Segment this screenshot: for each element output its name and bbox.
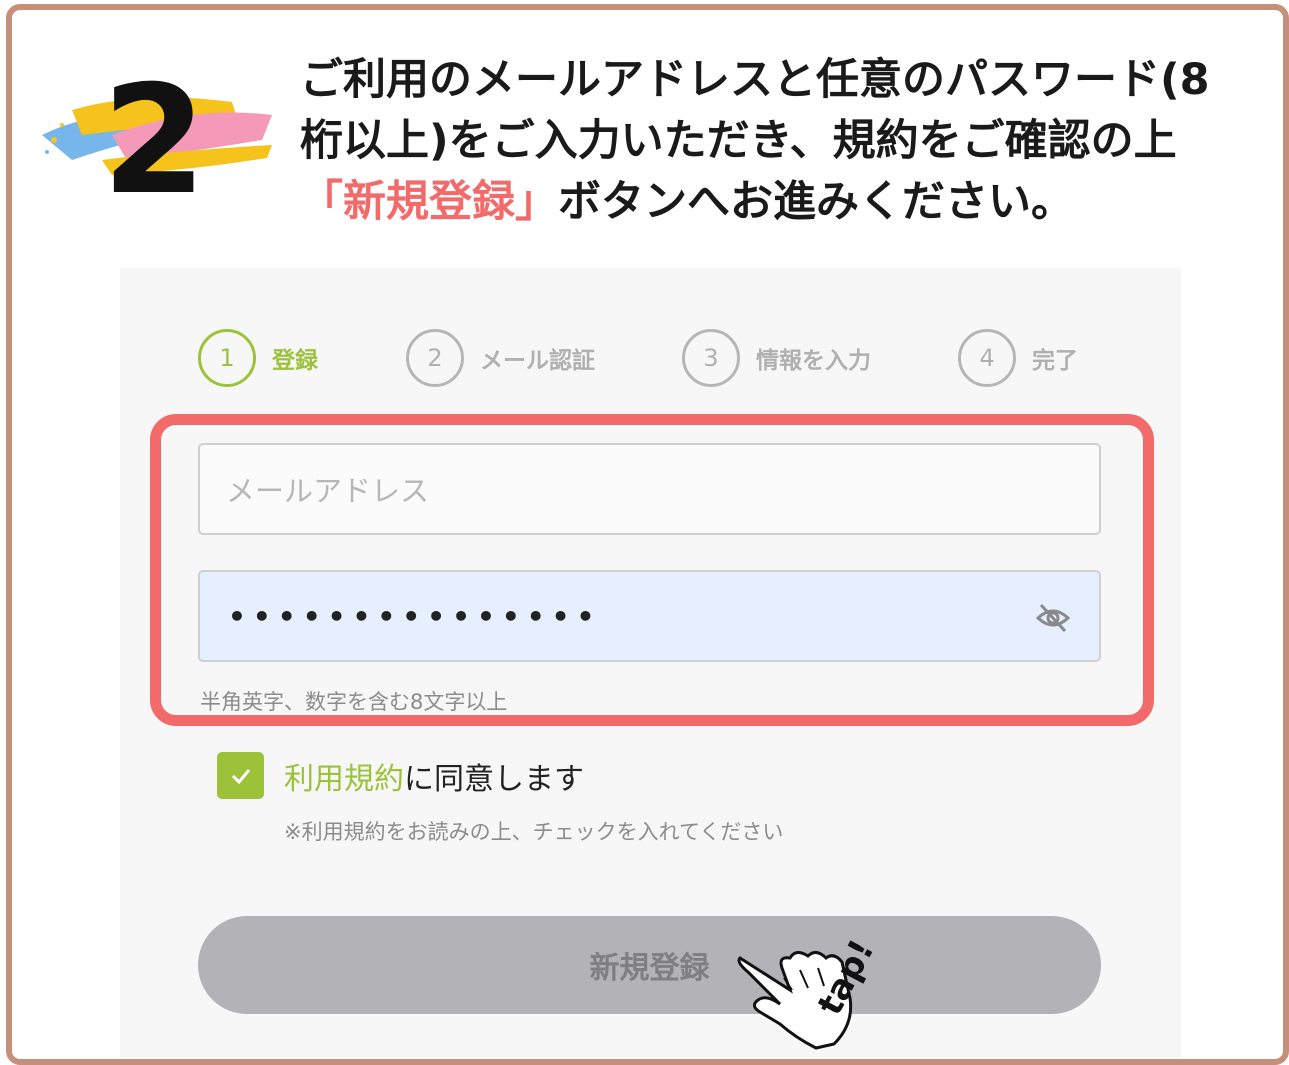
terms-checkbox[interactable] [217, 752, 264, 799]
eye-slash-icon[interactable] [1035, 600, 1071, 636]
step-complete: 4 完了 [958, 326, 1078, 390]
terms-link[interactable]: 利用規約 [284, 762, 404, 797]
step-number-text: 2 [102, 54, 206, 210]
instruction-line-3-rest: ボタンへお進みください。 [558, 177, 1074, 227]
signup-panel: 1 登録 2 メール認証 3 情報を入力 4 完了 メールアドレス ••••••… [120, 268, 1181, 1058]
step-3-circle: 3 [682, 329, 740, 387]
password-field[interactable]: ••••••••••••••• [198, 570, 1101, 662]
step-register: 1 登録 [198, 326, 318, 390]
instruction-line-2: 桁以上)をご入力いただき、規約をご確認の上 [300, 116, 1177, 166]
terms-agree-suffix: に同意します [404, 761, 584, 797]
instruction-highlight: 「新規登録」 [300, 177, 558, 227]
check-icon [231, 768, 250, 784]
password-value: ••••••••••••••• [228, 599, 602, 633]
step-email-verify: 2 メール認証 [406, 326, 595, 390]
email-placeholder: メールアドレス [226, 474, 430, 508]
terms-note: ※利用規約をお読みの上、チェックを入れてください [284, 820, 784, 844]
step-1-label: 登録 [272, 348, 318, 374]
step-1-circle: 1 [198, 329, 256, 387]
step-enter-info: 3 情報を入力 [682, 326, 871, 390]
step-3-label: 情報を入力 [756, 348, 871, 374]
instruction-line-1: ご利用のメールアドレスと任意のパスワード(8 [300, 55, 1210, 105]
instruction-text: ご利用のメールアドレスと任意のパスワード(8 桁以上)をご入力いただき、規約をご… [300, 50, 1210, 233]
terms-agree-row: 利用規約に同意します [217, 752, 584, 799]
step-2-circle: 2 [406, 329, 464, 387]
tutorial-frame: 2 ご利用のメールアドレスと任意のパスワード(8 桁以上)をご入力いただき、規約… [6, 4, 1289, 1065]
step-2-label: メール認証 [480, 348, 595, 374]
step-4-circle: 4 [958, 329, 1016, 387]
terms-agree-text: 利用規約に同意します [284, 754, 584, 798]
step-number-badge: 2 [42, 54, 272, 210]
step-4-label: 完了 [1032, 348, 1078, 374]
email-field[interactable]: メールアドレス [198, 443, 1101, 535]
register-button[interactable]: 新規登録 [198, 916, 1101, 1014]
progress-steps: 1 登録 2 メール認証 3 情報を入力 4 完了 [198, 326, 1118, 396]
password-hint: 半角英字、数字を含む8文字以上 [200, 690, 508, 714]
instruction-line-3: 「新規登録」ボタンへお進みください。 [300, 172, 1210, 233]
